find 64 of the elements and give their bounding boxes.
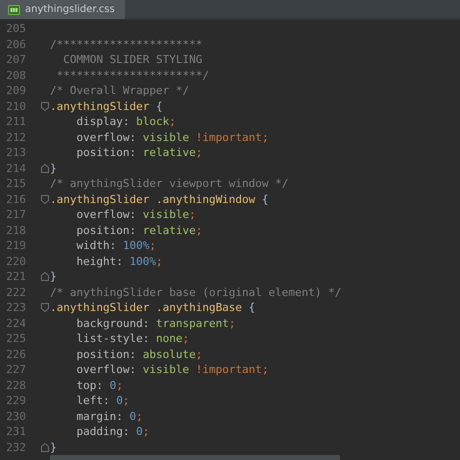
code-line: COMMON SLIDER STYLING [62,53,202,66]
line-number: 208 [5,68,26,82]
line-number: 222 [5,286,26,299]
fold-icon[interactable] [41,272,49,282]
code-line: .anythingSlider .anythingBase { [50,301,256,314]
line-number: 213 [5,146,26,160]
line-number: 226 [5,348,26,361]
line-number: 215 [5,177,26,190]
fold-icon[interactable] [41,164,49,173]
fold-icon[interactable] [41,303,49,312]
line-number: 225 [5,332,26,346]
line-number: 210 [5,100,26,113]
fold-icon[interactable] [41,102,49,111]
line-number: 207 [5,53,26,66]
line-number: 232 [5,440,26,454]
code-line: /* anythingSlider viewport window */ [50,177,288,190]
code-line: position: absolute; [75,348,202,361]
line-number: 231 [5,425,26,438]
line-number: 223 [5,301,26,314]
code-line: } [50,440,57,454]
horizontal-scrollbar[interactable] [50,455,340,460]
code-line: margin: 0; [75,410,143,423]
line-number: 220 [5,254,26,268]
code-line: overflow: visible !important; [75,363,269,376]
line-number: 218 [5,224,26,237]
code-line: } [50,270,57,284]
line-number: 217 [5,208,26,222]
line-number: 219 [5,239,26,252]
code-line: /********************** [50,38,202,51]
code-line: **********************/ [56,68,209,82]
code-line: /* Overall Wrapper */ [50,84,190,98]
code-line: width: 100%; [75,239,156,252]
css-file-icon [8,4,20,14]
line-number: 209 [5,84,26,98]
code-line: height: 100%; [75,254,163,268]
code-line: .anythingSlider .anythingWindow { [50,192,269,206]
line-number: 216 [5,192,26,206]
code-line: position: relative; [75,224,202,237]
line-number: 228 [5,378,26,392]
code-line: .anythingSlider { [50,100,163,113]
line-number: 230 [5,410,26,423]
fold-icon[interactable] [41,194,49,204]
line-number: 205 [5,22,26,36]
line-number: 227 [5,363,26,376]
code-line: list-style: none; [75,332,190,346]
code-line: padding: 0; [75,425,150,438]
code-line: position: relative; [75,146,202,160]
code-line: } [50,162,57,175]
fold-icon[interactable] [41,442,49,452]
line-number: 212 [5,130,26,144]
code-line: display: block; [75,115,176,128]
line-number: 206 [5,38,26,51]
code-line: background: transparent; [75,316,236,330]
line-number: 229 [5,394,26,408]
line-number: 224 [5,316,26,330]
code-line: /* anythingSlider base (original element) */ [50,286,342,299]
code-line: overflow: visible !important; [75,130,269,144]
code-line: left: 0; [75,394,130,408]
file-tab[interactable]: anythingslider.css [0,0,125,19]
code-line: top: 0; [75,378,123,392]
line-number: 214 [5,162,26,175]
code-line: overflow: visible; [75,208,196,222]
line-number: 221 [5,270,26,284]
line-number: 211 [5,115,26,128]
